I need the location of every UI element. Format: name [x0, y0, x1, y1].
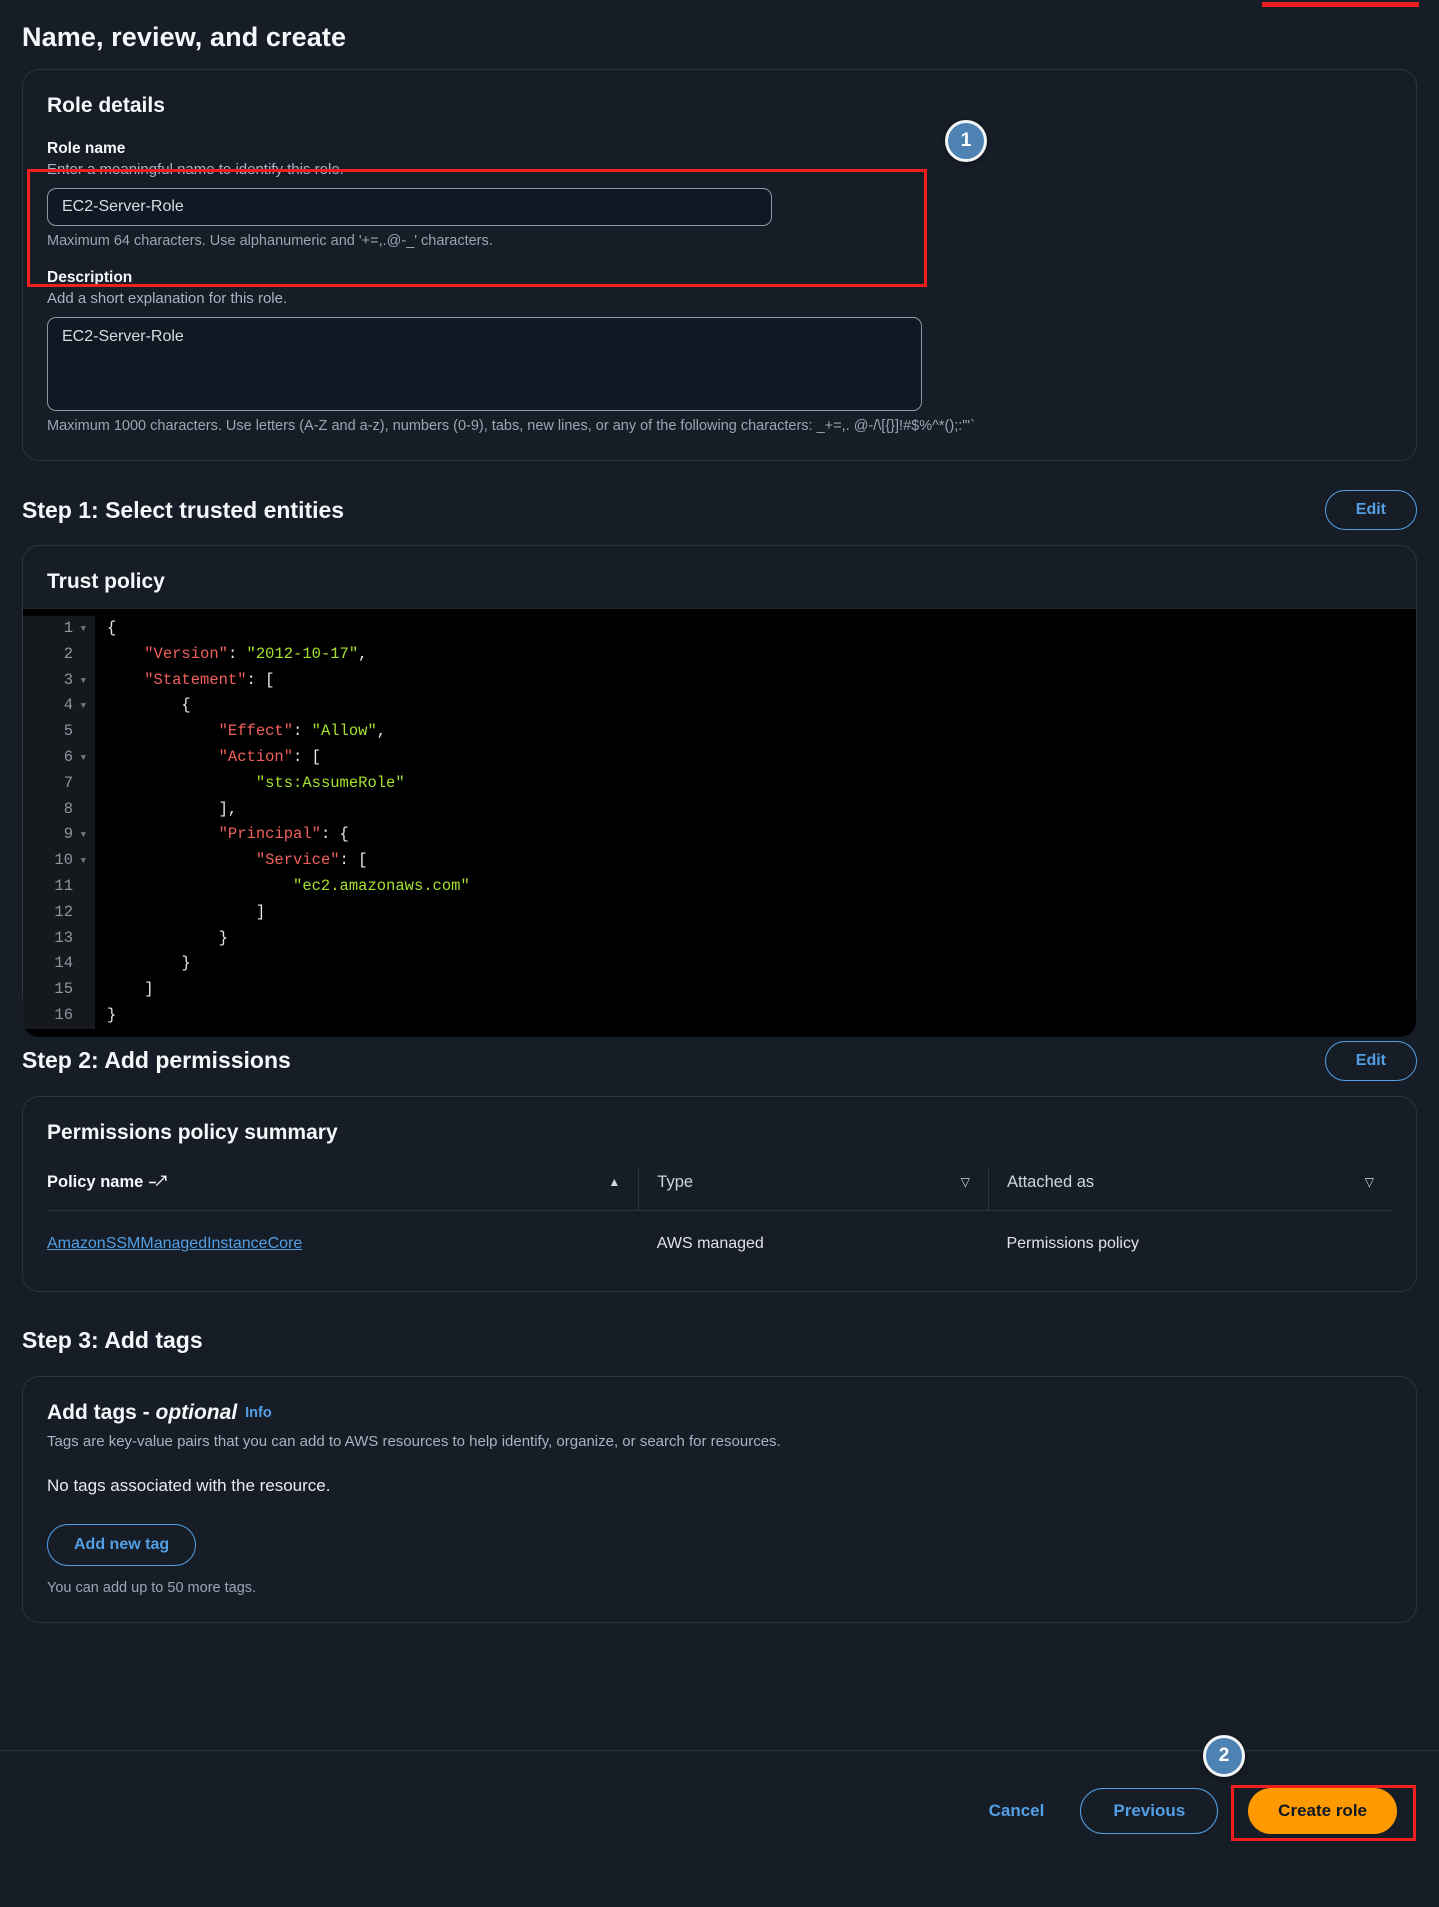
- code-line-number: 15: [54, 980, 73, 999]
- step1-heading: Step 1: Select trusted entities: [22, 496, 345, 523]
- step1-edit-button[interactable]: Edit: [1324, 490, 1417, 530]
- step1-heading-row: Step 1: Select trusted entities Edit: [22, 487, 1417, 533]
- column-header-policy-name-label: Policy name: [47, 1172, 144, 1191]
- previous-button[interactable]: Previous: [1080, 1787, 1219, 1834]
- code-line-number: 7: [63, 773, 73, 792]
- code-fold-icon[interactable]: ▼: [81, 694, 86, 720]
- annotation-badge-2: 2: [1203, 1735, 1245, 1777]
- cell-type: AWS managed: [656, 1234, 764, 1252]
- role-description-hint: Add a short explanation for this role.: [47, 290, 288, 307]
- permissions-policy-table: Policy name ⎯↗ ▲ Type ▽ Attached as ▽ Am…: [47, 1166, 1392, 1265]
- trust-policy-title: Trust policy: [47, 570, 165, 593]
- code-line-number: 4 ▼: [23, 693, 87, 719]
- code-line-number: 1 ▼: [23, 616, 87, 642]
- create-role-button[interactable]: Create role: [1248, 1787, 1397, 1834]
- role-description-constraint: Maximum 1000 characters. Use letters (A-…: [47, 418, 975, 434]
- table-row: AmazonSSMManagedInstanceCore AWS managed…: [47, 1210, 1392, 1265]
- column-header-type-label: Type: [657, 1172, 694, 1191]
- add-tags-card: Add tags - optional Info Tags are key-val…: [22, 1375, 1417, 1623]
- role-details-card: Role details Role name Enter a meaningfu…: [22, 69, 1417, 461]
- create-role-review-page: Name, review, and create Role details Ro…: [0, 0, 1439, 1907]
- policy-name-link[interactable]: AmazonSSMManagedInstanceCore: [47, 1235, 302, 1252]
- code-line-number: 14: [54, 954, 73, 973]
- cancel-button[interactable]: Cancel: [983, 1791, 1051, 1831]
- column-header-attached-as[interactable]: Attached as ▽: [987, 1166, 1392, 1211]
- code-fold-icon[interactable]: ▼: [81, 823, 86, 849]
- sort-ascending-icon[interactable]: ▲: [608, 1175, 620, 1189]
- role-name-input[interactable]: [47, 188, 772, 226]
- code-line-number: 8: [63, 799, 73, 818]
- role-name-description: Enter a meaningful name to identify this…: [47, 161, 344, 178]
- external-link-icon[interactable]: ⎯↗: [149, 1174, 166, 1190]
- code-line-number: 6 ▼: [23, 745, 87, 771]
- no-tags-message: No tags associated with the resource.: [47, 1475, 331, 1495]
- step3-heading: Step 3: Add tags: [22, 1327, 203, 1354]
- step2-heading-row: Step 2: Add permissions Edit: [22, 1038, 1417, 1084]
- code-line-number: 3 ▼: [23, 668, 87, 694]
- annotation-red-line-top: [1262, 2, 1419, 7]
- step3-heading-row: Step 3: Add tags: [22, 1318, 1417, 1364]
- page-title: Name, review, and create: [22, 22, 347, 52]
- step2-edit-button[interactable]: Edit: [1324, 1040, 1417, 1081]
- cell-attached-as: Permissions policy: [1006, 1234, 1139, 1252]
- add-tags-title-main: Add tags -: [47, 1400, 156, 1424]
- table-header-row: Policy name ⎯↗ ▲ Type ▽ Attached as ▽: [47, 1166, 1392, 1211]
- code-gutter: 1 ▼ 2 3 ▼ 4 ▼ 5 6 ▼ 7 8 9 ▼ 10 ▼ 11 12 13 14 1…: [23, 616, 95, 1029]
- add-new-tag-button[interactable]: Add new tag: [47, 1523, 197, 1566]
- code-content: { "Version": "2012-10-17", "Statement": …: [107, 619, 470, 1024]
- tags-limit-text: You can add up to 50 more tags.: [47, 1579, 257, 1596]
- role-name-label: Role name: [47, 140, 126, 157]
- role-description-label: Description: [47, 269, 133, 286]
- role-description-field-group: Description Add a short explanation for …: [47, 269, 1392, 434]
- code-line-number: 2: [63, 644, 73, 663]
- code-line-number: 10 ▼: [23, 848, 87, 874]
- code-line-number: 9 ▼: [23, 822, 87, 848]
- annotation-badge-1: 1: [945, 120, 987, 162]
- add-tags-description: Tags are key-value pairs that you can ad…: [47, 1432, 781, 1450]
- step2-heading: Step 2: Add permissions: [22, 1047, 291, 1074]
- code-line-number: 5: [63, 722, 73, 741]
- code-fold-icon[interactable]: ▼: [81, 746, 86, 772]
- sort-none-icon[interactable]: ▽: [1365, 1175, 1374, 1189]
- code-fold-icon[interactable]: ▼: [81, 849, 86, 875]
- cell-policy-name: AmazonSSMManagedInstanceCore: [47, 1210, 639, 1265]
- code-fold-icon[interactable]: ▼: [81, 669, 86, 695]
- trust-policy-card: Trust policy 1 ▼ 2 3 ▼ 4 ▼ 5 6 ▼ 7 8 9 ▼ 10 ▼ …: [22, 545, 1417, 1037]
- permissions-summary-card: Permissions policy summary Policy name ⎯↗…: [22, 1095, 1417, 1292]
- code-line-number: 11: [54, 876, 73, 895]
- role-details-title: Role details: [47, 94, 165, 117]
- add-tags-title-optional: optional: [155, 1400, 238, 1424]
- role-description-textarea[interactable]: [47, 317, 922, 411]
- column-header-type[interactable]: Type ▽: [638, 1166, 989, 1211]
- code-line-number: 12: [54, 902, 73, 921]
- trust-policy-code-editor[interactable]: 1 ▼ 2 3 ▼ 4 ▼ 5 6 ▼ 7 8 9 ▼ 10 ▼ 11 12 13 14 1…: [23, 608, 1416, 1037]
- sort-none-icon[interactable]: ▽: [961, 1175, 970, 1189]
- permissions-summary-title: Permissions policy summary: [47, 1120, 338, 1144]
- role-name-constraint: Maximum 64 characters. Use alphanumeric …: [47, 233, 493, 249]
- code-line-number: 13: [54, 928, 73, 947]
- code-line-number: 16: [54, 1005, 73, 1024]
- code-fold-icon[interactable]: ▼: [81, 617, 86, 643]
- info-link[interactable]: Info: [245, 1405, 272, 1421]
- role-name-field-group: Role name Enter a meaningful name to ide…: [47, 140, 1392, 249]
- add-tags-title: Add tags - optional Info: [47, 1401, 1392, 1425]
- column-header-attached-as-label: Attached as: [1006, 1172, 1095, 1191]
- column-header-policy-name[interactable]: Policy name ⎯↗ ▲: [47, 1166, 639, 1211]
